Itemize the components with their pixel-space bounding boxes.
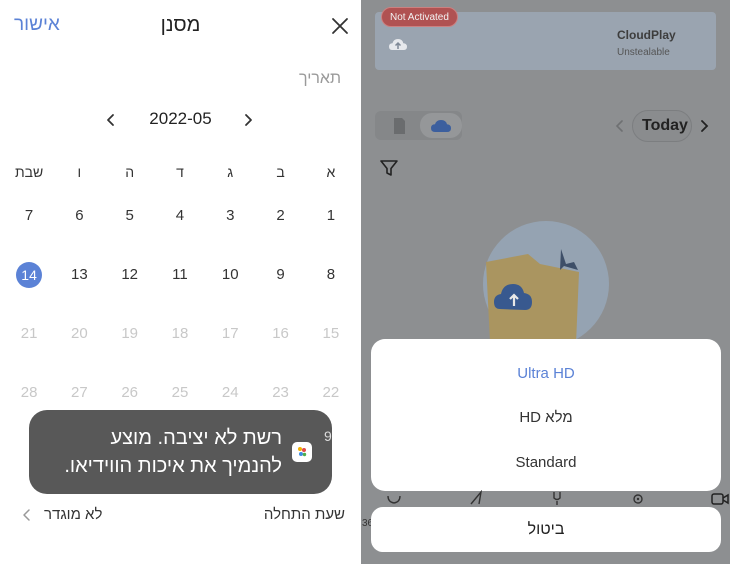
chevron-left-icon[interactable]	[22, 508, 32, 522]
empty-folder-illustration	[483, 221, 609, 347]
calendar-day[interactable]: 13	[54, 245, 104, 304]
cloud-icon[interactable]	[430, 118, 452, 134]
chevron-right-icon[interactable]	[698, 118, 710, 134]
calendar-day-number: 10	[221, 266, 239, 283]
microphone-icon[interactable]	[548, 490, 566, 506]
date-label: תאריך	[298, 70, 341, 87]
weekday-header: א	[326, 164, 336, 180]
calendar-day[interactable]: 7	[4, 186, 54, 245]
cloud-title: CloudPlay	[617, 28, 676, 42]
calendar-day-number: 15	[322, 325, 340, 342]
start-time-label[interactable]: שעת התחלה	[264, 506, 345, 523]
calendar-day-number: 18	[171, 325, 189, 342]
calendar-day-number: 8	[326, 266, 336, 283]
calendar-day[interactable]: 11	[155, 245, 205, 304]
weekday-header: ו	[77, 164, 82, 180]
confirm-button[interactable]: אישור	[14, 14, 60, 36]
calendar-day[interactable]: 1	[306, 186, 356, 245]
video-record-icon[interactable]	[709, 490, 730, 506]
network-toast: רשת לא יציבה. מוצע להנמיך את איכות הוויד…	[29, 410, 332, 494]
calendar-day-number: 26	[121, 384, 139, 401]
calendar-day-number: 28	[20, 384, 38, 401]
today-label: Today	[642, 117, 688, 134]
calendar-day-number: 21	[20, 325, 38, 342]
sd-card-icon[interactable]	[391, 117, 407, 135]
video-screen: Not Activated CloudPlay Unstealable Toda…	[361, 0, 730, 564]
month-label: 2022-05	[149, 109, 212, 128]
calendar-day[interactable]: 20	[54, 304, 104, 363]
calendar-day-number: 13	[71, 266, 88, 283]
quality-option-full-hd[interactable]: HD מלא	[371, 409, 721, 426]
start-time-value[interactable]: לא מוגדר	[44, 506, 102, 523]
send-icon[interactable]	[467, 490, 485, 506]
calendar-day-number: 14	[16, 261, 43, 288]
quality-option-ultra-hd[interactable]: Ultra HD	[371, 365, 721, 382]
calendar-day-number: 24	[221, 384, 239, 401]
cloud-upload-icon	[389, 39, 407, 50]
calendar-day-number: 11	[172, 266, 188, 283]
calendar-day-number: 17	[221, 325, 239, 342]
calendar-day-number: 23	[272, 384, 289, 401]
calendar-day[interactable]: 16	[255, 304, 305, 363]
calendar-day[interactable]: 18	[155, 304, 205, 363]
month-nav: 2022-05	[0, 108, 361, 132]
weekday-header: שבת	[14, 164, 44, 180]
chevron-right-icon[interactable]	[241, 108, 255, 132]
calendar-day-number: 12	[121, 266, 139, 283]
filter-panel: מסנן אישור תאריך 2022-05 א ב ג ד ה ו שבת 1 2 3 4 5 6…	[0, 0, 361, 564]
calendar-day[interactable]: 19	[105, 304, 155, 363]
calendar-day-number: 9	[276, 266, 285, 283]
partial-day: 9	[324, 428, 332, 444]
calendar-day-number: 16	[272, 325, 289, 342]
calendar-day[interactable]: 4	[155, 186, 205, 245]
close-icon[interactable]	[330, 16, 350, 36]
calendar-day-number: 22	[322, 384, 340, 401]
calendar-day[interactable]: 10	[205, 245, 255, 304]
weekday-header: ה	[125, 164, 135, 180]
calendar-day-number: 6	[75, 207, 84, 224]
calendar-day-number: 20	[71, 325, 88, 342]
calendar-day-number: 27	[71, 384, 88, 401]
filter-icon[interactable]	[379, 158, 399, 178]
calendar-day[interactable]: 9	[255, 245, 305, 304]
calendar-day[interactable]: 2	[255, 186, 305, 245]
weekday-header: ד	[176, 164, 184, 180]
calendar-day-number: 4	[175, 207, 185, 224]
weekday-header: ג	[227, 164, 234, 180]
calendar-day-number: 25	[171, 384, 189, 401]
app-icon	[292, 442, 312, 462]
calendar-day[interactable]: 6	[54, 186, 104, 245]
cloud-subtitle: Unstealable	[617, 47, 670, 58]
calendar-day-number: 5	[125, 207, 134, 224]
toast-message: רשת לא יציבה. מוצע להנמיך את איכות הוויד…	[64, 427, 282, 477]
calendar-day[interactable]: 5	[105, 186, 155, 245]
calendar-day-number: 1	[326, 207, 336, 224]
calendar-day-number: 2	[276, 207, 285, 224]
filter-header: מסנן אישור	[0, 14, 361, 40]
camera-icon[interactable]	[629, 490, 647, 506]
calendar-grid: א ב ג ד ה ו שבת 1 2 3 4 5 6 7 8 9 10 11 12 13 14 15 16 17 18 19 20…	[4, 158, 356, 422]
chevron-left-icon[interactable]	[104, 108, 118, 132]
quality-option-standard[interactable]: Standard	[371, 454, 721, 471]
calendar-day[interactable]: 8	[306, 245, 356, 304]
weekday-header: ב	[276, 164, 285, 180]
rotate-icon[interactable]	[385, 490, 403, 506]
quality-sheet: Ultra HD HD מלא Standard	[371, 339, 721, 491]
calendar-day[interactable]: 3	[205, 186, 255, 245]
calendar-day[interactable]: 12	[105, 245, 155, 304]
calendar-day-number: 19	[121, 325, 139, 342]
calendar-day[interactable]: 17	[205, 304, 255, 363]
calendar-day[interactable]: 14	[4, 245, 54, 304]
chevron-left-icon[interactable]	[614, 118, 626, 134]
calendar-day[interactable]: 21	[4, 304, 54, 363]
calendar-day-number: 7	[24, 207, 34, 224]
calendar-day-number: 3	[226, 207, 235, 224]
status-badge: Not Activated	[381, 7, 458, 27]
calendar-day[interactable]: 15	[306, 304, 356, 363]
cancel-button[interactable]: ביטול	[371, 507, 721, 552]
